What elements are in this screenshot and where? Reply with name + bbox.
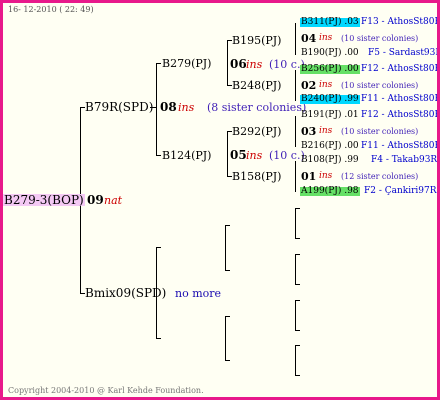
gen4-queen-label[interactable]: B256(PJ) .00 — [300, 65, 360, 74]
gen4-generation: 01 — [301, 170, 317, 183]
date-line: 16- 12-2010 ( 22: 49) — [8, 5, 94, 14]
connector — [295, 70, 296, 101]
connector — [295, 345, 296, 376]
gen4-queen-label[interactable]: B190(PJ) .00 — [301, 49, 359, 58]
connector — [295, 300, 300, 301]
connector — [295, 254, 300, 255]
gen4-mark: ins — [319, 171, 333, 181]
gen2-b-label[interactable]: B124(PJ) — [162, 150, 211, 161]
connector — [225, 316, 230, 317]
gen4-queen-label[interactable]: A199(PJ) .98 — [300, 187, 360, 196]
gen4-generation: 03 — [301, 125, 317, 138]
gen1-top-generation: 08 — [160, 100, 177, 114]
connector — [225, 270, 230, 271]
connector — [295, 208, 296, 239]
connector — [295, 254, 296, 285]
gen3-a-label[interactable]: B195(PJ) — [232, 35, 281, 46]
gen4-queen-info: F2 - Çankiri97R — [364, 186, 437, 196]
connector — [156, 63, 157, 156]
connector — [225, 316, 226, 361]
gen4-generation: 02 — [301, 79, 317, 92]
gen3-c-label[interactable]: B292(PJ) — [232, 126, 281, 137]
gen4-queen-label[interactable]: B240(PJ) .99 — [300, 95, 360, 104]
connector — [225, 225, 230, 226]
connector — [156, 63, 161, 64]
connector — [295, 161, 296, 192]
connector — [156, 155, 161, 156]
connector — [227, 131, 228, 177]
connector — [295, 116, 296, 147]
connector — [156, 338, 161, 339]
root-generation: 09 — [87, 193, 104, 207]
gen4-note: (10 sister colonies) — [341, 81, 419, 90]
gen3-a-mark: ins — [246, 58, 263, 71]
connector — [295, 23, 296, 55]
connector — [225, 225, 226, 271]
gen1-top-label[interactable]: B79R(SPD) — [85, 101, 153, 113]
gen4-note: (10 sister colonies) — [341, 34, 419, 43]
gen4-queen-label[interactable]: B311(PJ) .03 — [300, 18, 360, 27]
root-mark: nat — [104, 194, 123, 207]
gen4-queen-info: F12 - AthosSt80R — [361, 110, 440, 120]
connector — [295, 330, 300, 331]
connector — [295, 238, 300, 239]
gen4-queen-info: F5 - Sardast93R — [368, 48, 440, 58]
gen4-note: (10 sister colonies) — [341, 127, 419, 136]
connector — [295, 345, 300, 346]
gen4-note: (12 sister colonies) — [341, 172, 419, 181]
connector — [225, 360, 230, 361]
root-queen-label[interactable]: B279-3(BOP) — [3, 194, 85, 206]
gen3-a-generation: 06 — [230, 57, 247, 71]
gen3-b-label[interactable]: B248(PJ) — [232, 80, 281, 91]
gen4-generation: 04 — [301, 32, 317, 45]
pedigree-frame: 16- 12-2010 ( 22: 49) B279-3(BOP) 09 nat — [0, 0, 440, 400]
connector — [295, 300, 296, 331]
gen1-top-mark: ins — [178, 101, 195, 114]
gen1-bottom-note: no more — [175, 287, 222, 300]
gen3-d-label[interactable]: B158(PJ) — [232, 171, 281, 182]
connector — [295, 375, 300, 376]
gen4-queen-info: F12 - AthosSt80R — [361, 64, 440, 74]
gen4-queen-label[interactable]: B216(PJ) .00 — [301, 142, 359, 151]
gen3-c-generation: 05 — [230, 148, 247, 162]
gen4-mark: ins — [319, 80, 333, 90]
gen2-a-label[interactable]: B279(PJ) — [162, 58, 211, 69]
gen1-top-note: (8 sister colonies) — [207, 101, 307, 114]
gen4-queen-info: F13 - AthosSt80R — [361, 17, 440, 27]
gen4-mark: ins — [319, 33, 333, 43]
gen4-mark: ins — [319, 126, 333, 136]
gen1-bottom-label[interactable]: Bmix09(SPD) — [85, 287, 166, 299]
gen3-c-mark: ins — [246, 149, 263, 162]
gen4-queen-label[interactable]: B191(PJ) .01 — [301, 111, 359, 120]
gen4-queen-info: F11 - AthosSt80R — [361, 141, 440, 151]
connector — [295, 208, 300, 209]
gen3-c-note: (10 c.) — [269, 149, 305, 162]
footer-copyright: Copyright 2004-2010 @ Karl Kehde Foundat… — [8, 386, 204, 395]
connector — [156, 247, 161, 248]
gen4-queen-label[interactable]: B108(PJ) .99 — [301, 156, 359, 165]
gen4-queen-info: F4 - Takab93R — [371, 155, 438, 165]
connector — [227, 40, 228, 86]
connector — [295, 284, 300, 285]
gen4-queen-info: F11 - AthosSt80R — [361, 94, 440, 104]
